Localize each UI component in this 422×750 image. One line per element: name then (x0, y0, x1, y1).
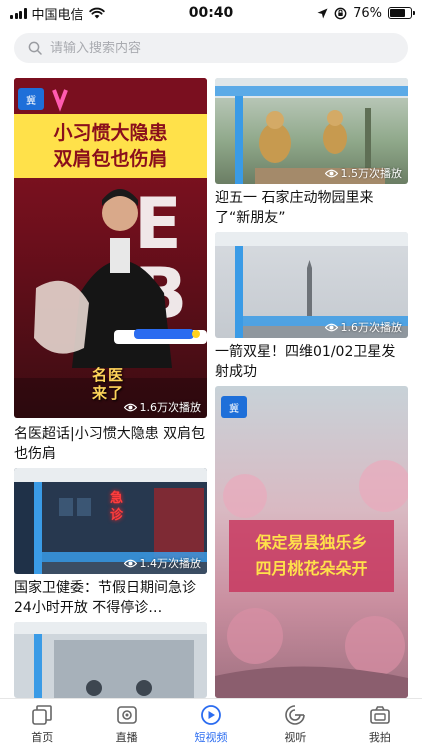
play-count-text: 1.6万次播放 (340, 321, 403, 334)
play-count-text: 1.5万次播放 (340, 167, 403, 180)
eye-icon (123, 559, 137, 567)
short-video-icon (201, 705, 221, 725)
search-icon (28, 41, 42, 55)
thumbnail-caption-box: 小习惯大隐患 双肩包也伤肩 (14, 114, 207, 178)
thumbnail-caption-line: 保定易县独乐乡 (255, 533, 368, 552)
play-count-text: 1.6万次播放 (139, 401, 202, 414)
svg-text:冀: 冀 (26, 94, 36, 107)
wifi-icon (88, 7, 105, 19)
search-input[interactable] (50, 40, 350, 56)
video-thumbnail[interactable]: 1.5万次播放 (215, 78, 408, 184)
home-icon (32, 705, 53, 725)
video-thumbnail[interactable]: 冀 保定易县独乐乡 四月桃花朵朵开 (215, 386, 408, 698)
tab-label: 首页 (31, 731, 54, 744)
tab-label: 直播 (115, 731, 138, 744)
video-thumbnail[interactable]: 急诊 1.4万次播放 (14, 468, 207, 574)
show-logo: 名医来了 (92, 366, 125, 402)
video-thumbnail[interactable]: 1.6万次播放 (215, 232, 408, 338)
video-card[interactable]: 1.6万次播放 一箭双星！四维01/02卫星发射成功 (215, 232, 408, 382)
status-time: 00:40 (188, 5, 234, 21)
thumbnail-caption-line: 小习惯大隐患 (53, 122, 168, 144)
play-count: 1.6万次播放 (123, 399, 202, 415)
thumbnail-art (14, 622, 207, 698)
play-count: 1.4万次播放 (123, 555, 202, 571)
video-title[interactable]: 一箭双星！四维01/02卫星发射成功 (215, 342, 408, 382)
live-icon (116, 706, 137, 724)
signal-icon (10, 7, 27, 19)
eye-icon (324, 169, 338, 177)
video-thumbnail[interactable] (14, 622, 207, 698)
tab-label: 视听 (284, 731, 307, 744)
video-card[interactable]: 急诊 1.4万次播放 国家卫健委：节假日期间急诊24小时开放 不得停诊… (14, 468, 207, 618)
location-icon (317, 8, 328, 18)
thumbnail-caption-line: 四月桃花朵朵开 (255, 559, 368, 578)
status-left: 中国电信 (10, 4, 317, 23)
audio-visual-icon (285, 705, 306, 725)
search-bar[interactable] (14, 33, 408, 63)
battery-percent: 76% (353, 5, 382, 21)
video-title[interactable]: 国家卫健委：节假日期间急诊24小时开放 不得停诊… (14, 578, 207, 618)
video-title[interactable]: 迎五一 石家庄动物园里来了“新朋友” (215, 188, 408, 228)
thumbnail-caption-line: 双肩包也伤肩 (53, 148, 168, 170)
play-count: 1.5万次播放 (324, 165, 403, 181)
play-count: 1.6万次播放 (324, 319, 403, 335)
bottom-tab-bar: 首页 直播 短视频 视听 我拍 (0, 698, 422, 750)
camera-icon (370, 706, 390, 724)
tab-short-video[interactable]: 短视频 (169, 699, 253, 750)
video-feed[interactable]: 冀 E B 小习惯大隐患 双肩包也伤肩 名医来了 1. (0, 76, 422, 698)
tab-home[interactable]: 首页 (0, 699, 84, 750)
play-count-text: 1.4万次播放 (139, 557, 202, 570)
video-card[interactable]: 冀 保定易县独乐乡 四月桃花朵朵开 (215, 386, 408, 698)
video-card[interactable]: 1.5万次播放 迎五一 石家庄动物园里来了“新朋友” (215, 78, 408, 226)
rotation-lock-icon (334, 7, 347, 19)
eye-icon (324, 323, 338, 331)
video-title[interactable]: 名医超话|小习惯大隐患 双肩包也伤肩 (14, 424, 207, 464)
video-thumbnail[interactable]: 冀 E B 小习惯大隐患 双肩包也伤肩 名医来了 1. (14, 78, 207, 418)
svg-text:冀: 冀 (229, 402, 239, 415)
status-bar: 中国电信 00:40 76% (0, 0, 422, 26)
video-card[interactable]: 冀 E B 小习惯大隐患 双肩包也伤肩 名医来了 1. (14, 78, 207, 464)
carrier-label: 中国电信 (31, 7, 84, 23)
eye-icon (123, 403, 137, 411)
tab-my-shoot[interactable]: 我拍 (338, 699, 422, 750)
battery-icon (388, 7, 415, 19)
thumbnail-caption-box: 保定易县独乐乡 四月桃花朵朵开 (229, 520, 394, 592)
status-right: 76% (317, 5, 415, 21)
tab-audio-visual[interactable]: 视听 (253, 699, 337, 750)
video-card[interactable] (14, 622, 207, 698)
thumbnail-sign: 急诊 (110, 491, 124, 523)
tab-label: 短视频 (194, 731, 228, 744)
tab-label: 我拍 (368, 731, 391, 744)
tab-live[interactable]: 直播 (84, 699, 168, 750)
